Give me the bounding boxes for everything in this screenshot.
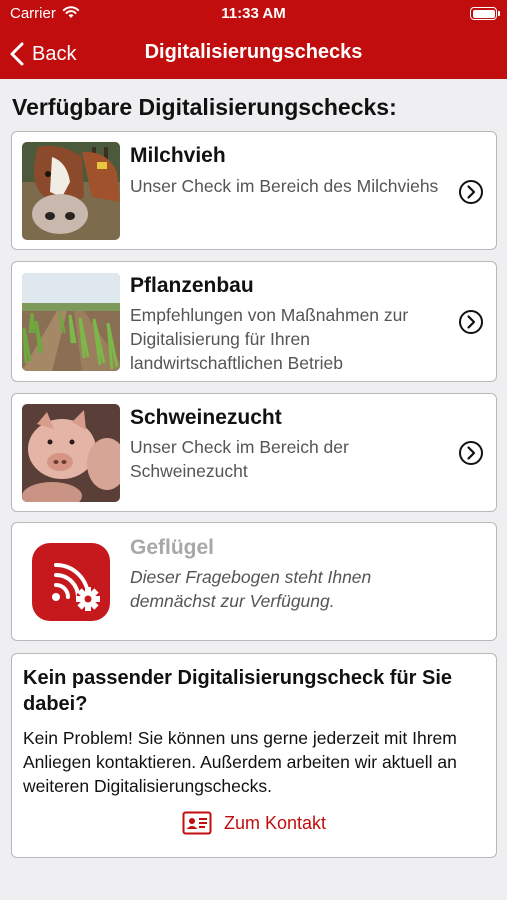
- check-title: Milchvieh: [130, 144, 226, 167]
- info-body: Kein Problem! Sie können uns gerne jeder…: [23, 728, 457, 796]
- check-description: Empfehlungen von Maßnahmen zur Digitalis…: [130, 305, 409, 373]
- info-title: Kein passender Digitalisierungscheck für…: [23, 667, 453, 715]
- clock: 11:33 AM: [221, 5, 286, 22]
- check-description: Unser Check im Bereich der Schweinezucht: [130, 437, 349, 481]
- battery-tip: [498, 11, 500, 16]
- check-card-schweinezucht[interactable]: Schweinezucht Unser Check im Bereich der…: [11, 393, 497, 512]
- chevron-right-circle-icon: [459, 180, 483, 204]
- check-title: Schweinezucht: [130, 406, 282, 429]
- check-description: Unser Check im Bereich des Milchviehs: [130, 176, 439, 196]
- check-title: Pflanzenbau: [130, 274, 254, 297]
- contact-info-card: Kein passender Digitalisierungscheck für…: [11, 653, 497, 858]
- check-card-pflanzenbau[interactable]: Pflanzenbau Empfehlungen von Maßnahmen z…: [11, 261, 497, 382]
- page-title: Digitalisierungschecks: [144, 41, 363, 63]
- chevron-right-circle-icon: [459, 441, 483, 465]
- check-title: Geflügel: [130, 536, 215, 559]
- contact-link[interactable]: Zum Kontakt: [12, 811, 496, 835]
- crop-field-photo: [22, 273, 120, 371]
- check-description: Dieser Fragebogen steht Ihnen demnächst …: [130, 567, 372, 611]
- cow-photo: [22, 142, 120, 240]
- digital-settings-icon: [22, 533, 120, 631]
- check-card-gefluegel: Geflügel Dieser Fragebogen steht Ihnen d…: [11, 522, 497, 641]
- battery-icon: [470, 7, 497, 20]
- status-bar: Carrier 11:33 AM: [0, 0, 507, 28]
- navigation-bar: Back Digitalisierungschecks: [0, 28, 507, 79]
- contact-card-icon: [182, 811, 212, 835]
- chevron-right-circle-icon: [459, 310, 483, 334]
- section-heading: Verfügbare Digitalisierungschecks:: [12, 94, 397, 120]
- pigs-photo: [22, 404, 120, 502]
- check-card-milchvieh[interactable]: Milchvieh Unser Check im Bereich des Mil…: [11, 131, 497, 250]
- contact-label: Zum Kontakt: [223, 812, 327, 833]
